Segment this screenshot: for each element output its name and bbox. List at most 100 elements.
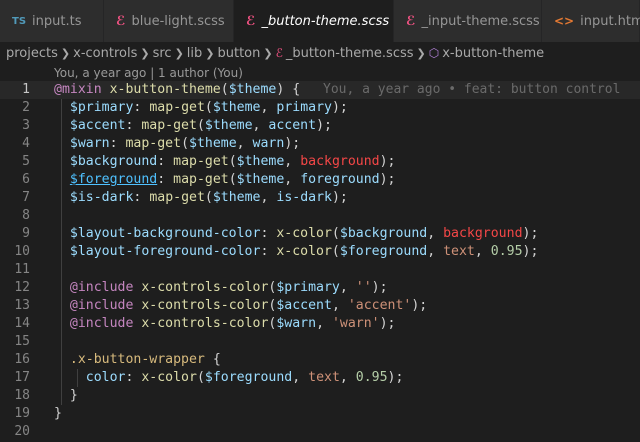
line-number[interactable]: 12 [0, 279, 30, 297]
code-line[interactable]: 19} [0, 405, 640, 423]
code-text[interactable]: $background: map-get($theme, background)… [54, 153, 396, 171]
breadcrumb-item[interactable]: x-controls [73, 46, 137, 61]
code-line[interactable]: 20 [0, 423, 640, 441]
line-number[interactable]: 7 [0, 189, 30, 207]
code-text[interactable]: color: x-color($foreground, text, 0.95); [54, 369, 404, 387]
tab-input-html[interactable]: <> input.html [542, 0, 640, 42]
code-line[interactable]: 2 $primary: map-get($theme, primary); [0, 99, 640, 117]
indent-guide [61, 261, 63, 279]
code-text[interactable]: @include x-controls-color($warn, 'warn')… [54, 315, 396, 333]
code-line[interactable]: 10 $layout-foreground-color: x-color($fo… [0, 243, 640, 261]
code-text[interactable]: $warn: map-get($theme, warn); [54, 135, 300, 153]
code-token: $theme [236, 154, 285, 169]
code-token: $accent [276, 298, 332, 313]
codelens-blame-header[interactable]: You, a year ago | 1 author (You) [54, 66, 243, 80]
code-text[interactable]: $layout-foreground-color: x-color($foreg… [54, 243, 539, 261]
line-number[interactable]: 16 [0, 351, 30, 369]
code-token: : [260, 226, 277, 241]
code-text[interactable]: @mixin x-button-theme($theme) { [54, 81, 300, 99]
line-number[interactable]: 9 [0, 225, 30, 243]
tab--button-theme-scss[interactable]: ℰ_button-theme.scss× [234, 0, 410, 42]
code-token: ); [331, 100, 348, 115]
code-lines[interactable]: 1 @mixin x-button-theme($theme) {You, a y… [0, 81, 640, 441]
code-line[interactable]: 13 @include x-controls-color($accent, 'a… [0, 297, 640, 315]
line-number[interactable]: 3 [0, 117, 30, 135]
breadcrumb-item[interactable]: button [217, 46, 260, 61]
code-token: x-color [141, 370, 197, 385]
code-token: ); [522, 226, 539, 241]
breadcrumb-item[interactable]: projects [6, 46, 58, 61]
line-number[interactable]: 10 [0, 243, 30, 261]
code-text[interactable]: $layout-background-color: x-color($backg… [54, 225, 539, 243]
line-number[interactable]: 4 [0, 135, 30, 153]
code-line[interactable]: 3 $accent: map-get($theme, accent); [0, 117, 640, 135]
code-token: ); [522, 244, 539, 259]
code-token: $theme [204, 118, 253, 133]
code-line[interactable]: 6 $foreground: map-get($theme, foregroun… [0, 171, 640, 189]
code-line[interactable]: 4 $warn: map-get($theme, warn); [0, 135, 640, 153]
code-text[interactable]: @include x-controls-color($accent, 'acce… [54, 297, 427, 315]
code-line[interactable]: 7 $is-dark: map-get($theme, is-dark); [0, 189, 640, 207]
code-line[interactable]: 12 @include x-controls-color($primary, '… [0, 279, 640, 297]
line-number[interactable]: 15 [0, 333, 30, 351]
code-text[interactable]: } [54, 387, 78, 405]
code-line[interactable]: 14 @include x-controls-color($warn, 'war… [0, 315, 640, 333]
code-line[interactable]: 16 .x-button-wrapper { [0, 351, 640, 369]
breadcrumb-item[interactable]: _button-theme.scss [286, 46, 414, 61]
line-number[interactable]: 5 [0, 153, 30, 171]
code-token: ( [220, 82, 229, 97]
line-number[interactable]: 8 [0, 207, 30, 225]
code-token: , [316, 316, 332, 331]
line-number[interactable]: 17 [0, 369, 30, 387]
code-line[interactable]: 5 $background: map-get($theme, backgroun… [0, 153, 640, 171]
breadcrumb-item[interactable]: src [153, 46, 172, 61]
code-token: , [339, 280, 356, 295]
line-number[interactable]: 1 [0, 81, 30, 99]
code-token: text [308, 370, 340, 385]
code-line[interactable]: 9 $layout-background-color: x-color($bac… [0, 225, 640, 243]
code-text[interactable]: @include x-controls-color($primary, ''); [54, 279, 388, 297]
tab-input-ts[interactable]: TS input.ts [0, 0, 104, 42]
code-line[interactable]: 11 [0, 261, 640, 279]
code-token: $background [69, 154, 158, 169]
code-line[interactable]: 18 } [0, 387, 640, 405]
code-editor[interactable]: You, a year ago | 1 author (You) 1 @mixin… [0, 64, 640, 442]
code-line[interactable]: 8 [0, 207, 640, 225]
code-text[interactable]: } [54, 405, 62, 423]
line-number[interactable]: 2 [0, 99, 30, 117]
code-token: $primary [276, 280, 340, 295]
code-token: map-get [173, 172, 229, 187]
code-token: is-dark [276, 190, 332, 205]
code-token: x-color [276, 244, 332, 259]
code-token: { [204, 352, 221, 367]
line-number[interactable]: 14 [0, 315, 30, 333]
html-file-icon: <> [554, 14, 575, 28]
code-token: $foreground [204, 370, 293, 385]
code-text[interactable]: .x-button-wrapper { [54, 351, 221, 369]
code-line[interactable]: 1 @mixin x-button-theme($theme) {You, a y… [0, 81, 640, 99]
code-token: } [54, 388, 78, 403]
code-text[interactable]: $accent: map-get($theme, accent); [54, 117, 332, 135]
breadcrumb-item[interactable]: lib [187, 46, 202, 61]
indent-guide [61, 333, 63, 351]
tab-blue-light-scss[interactable]: ℰblue-light.scss [104, 0, 234, 42]
code-token: $theme [189, 136, 237, 151]
breadcrumb-item[interactable]: x-button-theme [442, 46, 544, 61]
code-text[interactable]: $is-dark: map-get($theme, is-dark); [54, 189, 348, 207]
code-text[interactable]: $primary: map-get($theme, primary); [54, 99, 348, 117]
line-number[interactable]: 19 [0, 405, 30, 423]
line-number[interactable]: 18 [0, 387, 30, 405]
code-line[interactable]: 15 [0, 333, 640, 351]
line-number[interactable]: 6 [0, 171, 30, 189]
code-token: $theme [212, 190, 261, 205]
line-number[interactable]: 13 [0, 297, 30, 315]
line-number[interactable]: 11 [0, 261, 30, 279]
line-number[interactable]: 20 [0, 423, 30, 441]
code-line[interactable]: 17 color: x-color($foreground, text, 0.9… [0, 369, 640, 387]
code-text[interactable]: $foreground: map-get($theme, foreground)… [54, 171, 396, 189]
code-token: @include [69, 280, 142, 295]
tab--input-theme-scss[interactable]: ℰ _input-theme.scss [394, 0, 542, 42]
code-token: $warn [276, 316, 317, 331]
